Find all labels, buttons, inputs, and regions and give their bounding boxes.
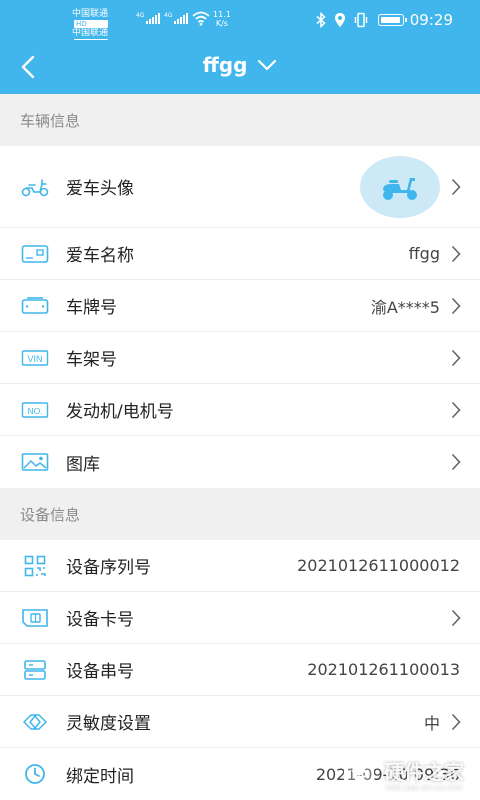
location-icon (335, 13, 345, 27)
row-label: 绑定时间 (66, 766, 134, 787)
signal-icon-2: 4G (164, 12, 189, 24)
section-title-vehicle: 车辆信息 (20, 111, 81, 130)
status-icons (316, 12, 368, 28)
gallery-icon (20, 451, 50, 473)
row-sensitivity[interactable]: 灵敏度设置 中 (0, 696, 480, 748)
row-label: 车架号 (66, 350, 117, 370)
row-value: 中 (423, 713, 440, 733)
row-device-imei: 设备串号 202101261100013 (0, 644, 480, 696)
license-plate-icon (20, 295, 50, 317)
row-label: 爱车头像 (66, 179, 134, 199)
row-device-card[interactable]: 设备卡号 (0, 592, 480, 644)
qr-code-icon (20, 555, 50, 577)
chevron-right-icon (451, 178, 461, 195)
row-vehicle-avatar[interactable]: 爱车头像 (0, 146, 480, 228)
sim-card-icon (20, 607, 50, 629)
svg-text:VIN: VIN (27, 354, 42, 364)
hd-badge-1: HD (74, 20, 109, 28)
carrier-1: 中国联通 (72, 9, 109, 19)
row-label: 设备串号 (66, 662, 134, 682)
watermark: 硬件之家 YING JIAN ZHI JIA.COM (342, 756, 464, 792)
carrier-2: 中国联通 (72, 28, 109, 38)
scooter-avatar-icon (383, 178, 417, 200)
scooter-icon (20, 176, 50, 198)
row-label: 爱车名称 (66, 246, 134, 266)
chevron-right-icon (451, 245, 461, 262)
row-label: 灵敏度设置 (66, 714, 151, 734)
watermark-subtext: YING JIAN ZHI JIA.COM (385, 785, 463, 792)
row-device-serial: 设备序列号 2021012611000012 (0, 540, 480, 592)
vehicle-info-group: 爱车头像 爱车名称 ffgg 车牌号 渝A****5 VIN 车架号 NO. 发… (0, 146, 480, 488)
row-license-plate[interactable]: 车牌号 渝A****5 (0, 280, 480, 332)
card-icon (20, 243, 50, 265)
page-title: ffgg (202, 53, 248, 77)
row-label: 发动机/电机号 (66, 402, 174, 422)
chevron-right-icon (451, 713, 461, 730)
clock-icon (20, 763, 50, 785)
row-label: 图库 (66, 454, 100, 475)
svg-text:NO.: NO. (27, 406, 42, 416)
status-time: 09:29 (409, 11, 453, 29)
row-gallery[interactable]: 图库 (0, 436, 480, 488)
row-label: 设备序列号 (66, 558, 151, 578)
row-engine-number[interactable]: NO. 发动机/电机号 (0, 384, 480, 436)
network-speed: 11.1 K/s (213, 10, 231, 28)
watermark-text: 硬件之家 (384, 760, 464, 784)
row-value: 202101261100013 (307, 660, 460, 679)
wifi-icon (192, 11, 210, 26)
chevron-right-icon (451, 297, 461, 314)
row-value: 渝A****5 (370, 297, 440, 317)
section-title-device: 设备信息 (20, 505, 81, 524)
row-value: ffgg (408, 244, 440, 263)
vin-icon: VIN (20, 347, 50, 369)
row-label: 设备卡号 (66, 610, 134, 630)
chevron-right-icon (451, 349, 461, 366)
server-icon (20, 659, 50, 681)
chevron-right-icon (451, 453, 461, 471)
vehicle-selector[interactable]: ffgg (0, 53, 480, 77)
row-label: 车牌号 (66, 298, 117, 318)
row-value: 2021012611000012 (297, 556, 460, 575)
bluetooth-icon (316, 12, 326, 28)
row-frame-number[interactable]: VIN 车架号 (0, 332, 480, 384)
row-vehicle-name[interactable]: 爱车名称 ffgg (0, 228, 480, 280)
battery-icon (378, 14, 407, 26)
chevron-right-icon (451, 609, 461, 626)
signal-icon-1: 4G (136, 12, 161, 24)
vibrate-icon (354, 12, 368, 28)
chevron-right-icon (451, 401, 461, 418)
engine-number-icon: NO. (20, 399, 50, 421)
status-bar: 中国联通HD 中国联通HD 4G 4G 11.1 K/s 09:29 (0, 0, 480, 47)
chevron-down-icon (258, 59, 277, 71)
sensitivity-icon (20, 711, 50, 733)
avatar[interactable] (360, 156, 440, 218)
watermark-logo-icon (343, 757, 375, 791)
app-header: ffgg (0, 40, 480, 94)
